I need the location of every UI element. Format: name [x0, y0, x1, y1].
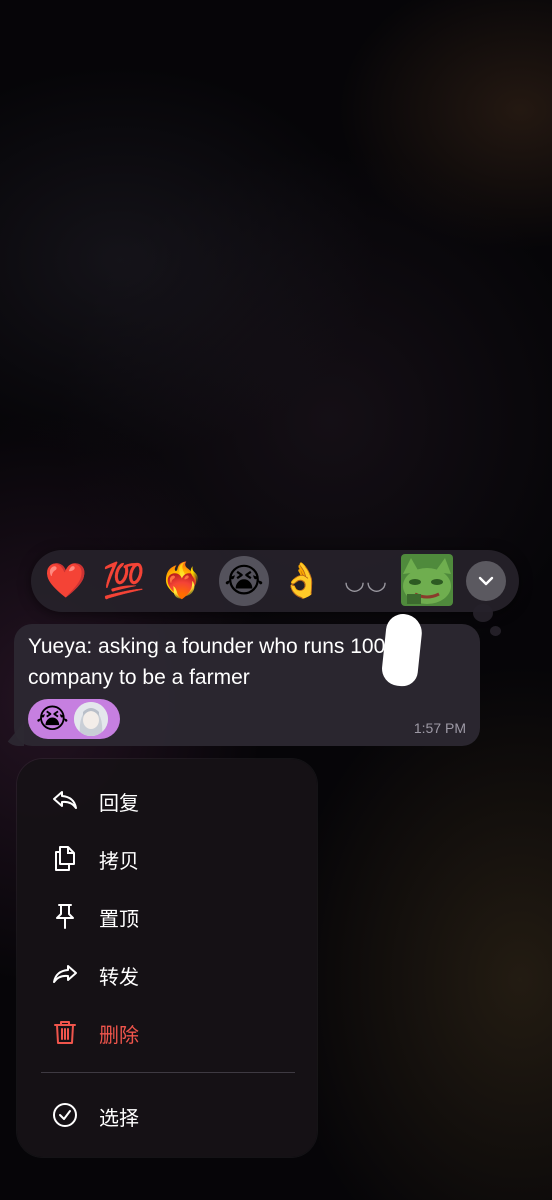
screen: ❤️ 💯 ❤️‍🔥 😭 👌 ◡◡ Yueya: asking a founder…: [0, 0, 552, 1200]
menu-divider: [41, 1072, 295, 1073]
reaction-chip-emoji: 😭: [36, 703, 69, 734]
menu-item-delete[interactable]: 删除: [17, 1003, 317, 1061]
thought-bubble-dot: [473, 604, 493, 622]
menu-item-pin[interactable]: 置顶: [17, 887, 317, 945]
message-timestamp: 1:57 PM: [413, 720, 466, 736]
reaction-closed-eyes[interactable]: ◡◡: [341, 556, 391, 606]
context-menu: 回复 拷贝 置顶 转发 删除 选择: [17, 759, 317, 1157]
avatar: [74, 702, 108, 736]
expand-reactions-button[interactable]: [466, 561, 506, 601]
menu-item-label: 选择: [99, 1106, 139, 1130]
reaction-ok-hand[interactable]: 👌: [277, 556, 327, 606]
reaction-bar: ❤️ 💯 ❤️‍🔥 😭 👌 ◡◡: [31, 550, 519, 612]
frog-sticker-icon[interactable]: [401, 554, 453, 606]
thought-bubble-dot: [490, 626, 501, 636]
menu-item-copy[interactable]: 拷贝: [17, 829, 317, 887]
pin-icon: [56, 904, 74, 929]
check-circle-icon: [53, 1103, 77, 1127]
forward-icon: [53, 965, 77, 983]
menu-item-forward[interactable]: 转发: [17, 945, 317, 1003]
reaction-loudly-crying[interactable]: 😭: [219, 556, 269, 606]
chevron-down-icon: [478, 576, 494, 586]
message-reaction-chip[interactable]: 😭: [28, 699, 120, 739]
reaction-hundred-points[interactable]: 💯: [99, 556, 149, 606]
menu-item-select[interactable]: 选择: [17, 1086, 317, 1144]
menu-item-label: 置顶: [99, 907, 139, 931]
trash-icon: [54, 1021, 76, 1044]
reply-icon: [53, 791, 77, 809]
menu-item-label: 转发: [99, 965, 139, 989]
copy-icon: [55, 846, 75, 871]
menu-item-label: 拷贝: [99, 849, 139, 873]
reaction-heart-on-fire[interactable]: ❤️‍🔥: [157, 556, 207, 606]
menu-item-reply[interactable]: 回复: [17, 771, 317, 829]
menu-item-label: 回复: [99, 791, 139, 815]
menu-item-label: 删除: [99, 1023, 139, 1047]
reaction-red-heart[interactable]: ❤️: [41, 556, 91, 606]
